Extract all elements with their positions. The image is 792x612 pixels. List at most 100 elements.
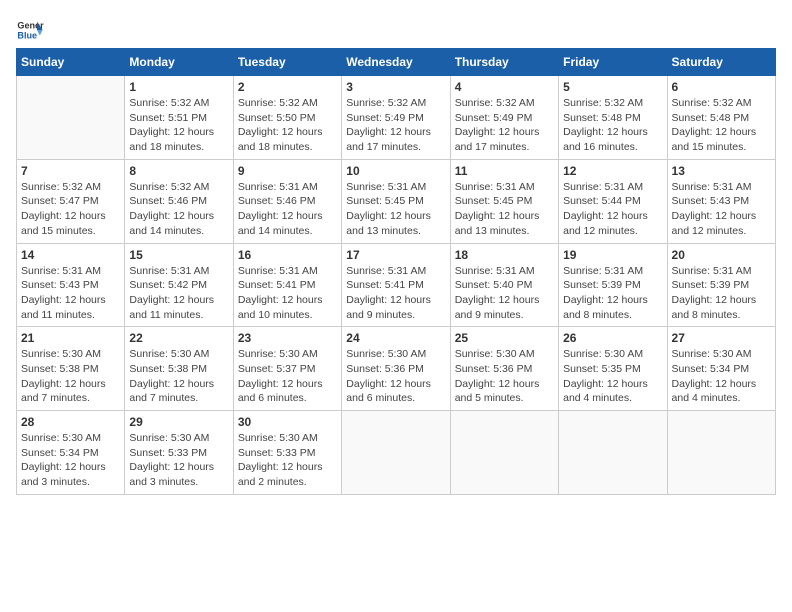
calendar-cell: 8 Sunrise: 5:32 AM Sunset: 5:46 PM Daylig… <box>125 159 233 243</box>
day-number: 29 <box>129 415 228 429</box>
calendar-cell: 28Sunrise: 5:30 AM Sunset: 5:34 PM Dayli… <box>17 411 125 495</box>
calendar-cell: 1 Sunrise: 5:32 AM Sunset: 5:51 PM Daylig… <box>125 76 233 160</box>
day-number: 11 <box>455 164 554 178</box>
day-info: Sunrise: 5:30 AM Sunset: 5:38 PM Dayligh… <box>21 347 120 406</box>
calendar-week-row: 14 Sunrise: 5:31 AM Sunset: 5:43 PM Dayli… <box>17 243 776 327</box>
calendar-cell: 5 Sunrise: 5:32 AM Sunset: 5:48 PM Daylig… <box>559 76 667 160</box>
weekday-header-saturday: Saturday <box>667 49 775 76</box>
calendar-week-row: 1 Sunrise: 5:32 AM Sunset: 5:51 PM Daylig… <box>17 76 776 160</box>
day-info: Sunrise: 5:31 AM Sunset: 5:40 PM Dayligh… <box>455 264 554 323</box>
calendar-cell: 26 Sunrise: 5:30 AM Sunset: 5:35 PM Dayli… <box>559 327 667 411</box>
day-info: Sunrise: 5:31 AM Sunset: 5:41 PM Dayligh… <box>238 264 337 323</box>
logo-icon: General Blue <box>16 16 44 44</box>
day-info: Sunrise: 5:31 AM Sunset: 5:39 PM Dayligh… <box>563 264 662 323</box>
calendar-cell: 14 Sunrise: 5:31 AM Sunset: 5:43 PM Dayli… <box>17 243 125 327</box>
day-number: 1 <box>129 80 228 94</box>
calendar-cell: 25 Sunrise: 5:30 AM Sunset: 5:36 PM Dayli… <box>450 327 558 411</box>
day-info: Sunrise: 5:31 AM Sunset: 5:46 PM Dayligh… <box>238 180 337 239</box>
day-number: 8 <box>129 164 228 178</box>
day-info: Sunrise: 5:30 AM Sunset: 5:36 PM Dayligh… <box>455 347 554 406</box>
day-number: 15 <box>129 248 228 262</box>
calendar-cell <box>450 411 558 495</box>
day-number: 30 <box>238 415 337 429</box>
day-number: 22 <box>129 331 228 345</box>
weekday-header-sunday: Sunday <box>17 49 125 76</box>
calendar-cell: 7 Sunrise: 5:32 AM Sunset: 5:47 PM Daylig… <box>17 159 125 243</box>
day-info: Sunrise: 5:32 AM Sunset: 5:48 PM Dayligh… <box>672 96 771 155</box>
calendar-cell: 15 Sunrise: 5:31 AM Sunset: 5:42 PM Dayli… <box>125 243 233 327</box>
day-number: 27 <box>672 331 771 345</box>
day-info: Sunrise: 5:30 AM Sunset: 5:34 PM Dayligh… <box>672 347 771 406</box>
day-info: Sunrise: 5:32 AM Sunset: 5:46 PM Dayligh… <box>129 180 228 239</box>
calendar-cell: 9Sunrise: 5:31 AM Sunset: 5:46 PM Daylig… <box>233 159 341 243</box>
day-info: Sunrise: 5:30 AM Sunset: 5:38 PM Dayligh… <box>129 347 228 406</box>
calendar-cell: 2Sunrise: 5:32 AM Sunset: 5:50 PM Daylig… <box>233 76 341 160</box>
weekday-header-thursday: Thursday <box>450 49 558 76</box>
calendar-cell: 18 Sunrise: 5:31 AM Sunset: 5:40 PM Dayli… <box>450 243 558 327</box>
calendar-cell: 3Sunrise: 5:32 AM Sunset: 5:49 PM Daylig… <box>342 76 450 160</box>
day-number: 14 <box>21 248 120 262</box>
calendar-cell: 22 Sunrise: 5:30 AM Sunset: 5:38 PM Dayli… <box>125 327 233 411</box>
weekday-header-tuesday: Tuesday <box>233 49 341 76</box>
logo: General Blue <box>16 16 48 44</box>
weekday-header-friday: Friday <box>559 49 667 76</box>
svg-text:Blue: Blue <box>17 30 37 40</box>
day-number: 16 <box>238 248 337 262</box>
day-number: 25 <box>455 331 554 345</box>
calendar-week-row: 28Sunrise: 5:30 AM Sunset: 5:34 PM Dayli… <box>17 411 776 495</box>
day-number: 3 <box>346 80 445 94</box>
calendar-cell: 17 Sunrise: 5:31 AM Sunset: 5:41 PM Dayli… <box>342 243 450 327</box>
calendar-cell: 21 Sunrise: 5:30 AM Sunset: 5:38 PM Dayli… <box>17 327 125 411</box>
day-number: 21 <box>21 331 120 345</box>
day-number: 26 <box>563 331 662 345</box>
day-info: Sunrise: 5:30 AM Sunset: 5:35 PM Dayligh… <box>563 347 662 406</box>
day-info: Sunrise: 5:31 AM Sunset: 5:42 PM Dayligh… <box>129 264 228 323</box>
calendar-cell: 24 Sunrise: 5:30 AM Sunset: 5:36 PM Dayli… <box>342 327 450 411</box>
day-info: Sunrise: 5:31 AM Sunset: 5:44 PM Dayligh… <box>563 180 662 239</box>
day-info: Sunrise: 5:30 AM Sunset: 5:33 PM Dayligh… <box>238 431 337 490</box>
day-info: Sunrise: 5:31 AM Sunset: 5:41 PM Dayligh… <box>346 264 445 323</box>
calendar-cell: 12Sunrise: 5:31 AM Sunset: 5:44 PM Dayli… <box>559 159 667 243</box>
day-info: Sunrise: 5:32 AM Sunset: 5:51 PM Dayligh… <box>129 96 228 155</box>
calendar-cell: 30 Sunrise: 5:30 AM Sunset: 5:33 PM Dayli… <box>233 411 341 495</box>
day-number: 5 <box>563 80 662 94</box>
calendar-cell: 27 Sunrise: 5:30 AM Sunset: 5:34 PM Dayli… <box>667 327 775 411</box>
calendar-cell: 13Sunrise: 5:31 AM Sunset: 5:43 PM Dayli… <box>667 159 775 243</box>
day-number: 6 <box>672 80 771 94</box>
day-number: 7 <box>21 164 120 178</box>
calendar-cell <box>17 76 125 160</box>
calendar-cell: 10Sunrise: 5:31 AM Sunset: 5:45 PM Dayli… <box>342 159 450 243</box>
calendar-cell: 11 Sunrise: 5:31 AM Sunset: 5:45 PM Dayli… <box>450 159 558 243</box>
calendar-table: SundayMondayTuesdayWednesdayThursdayFrid… <box>16 48 776 495</box>
calendar-cell <box>667 411 775 495</box>
calendar-cell <box>559 411 667 495</box>
calendar-cell: 20 Sunrise: 5:31 AM Sunset: 5:39 PM Dayli… <box>667 243 775 327</box>
calendar-cell: 23Sunrise: 5:30 AM Sunset: 5:37 PM Dayli… <box>233 327 341 411</box>
calendar-cell: 19 Sunrise: 5:31 AM Sunset: 5:39 PM Dayli… <box>559 243 667 327</box>
day-number: 24 <box>346 331 445 345</box>
day-info: Sunrise: 5:30 AM Sunset: 5:33 PM Dayligh… <box>129 431 228 490</box>
calendar-cell: 29 Sunrise: 5:30 AM Sunset: 5:33 PM Dayli… <box>125 411 233 495</box>
day-info: Sunrise: 5:30 AM Sunset: 5:37 PM Dayligh… <box>238 347 337 406</box>
day-info: Sunrise: 5:31 AM Sunset: 5:43 PM Dayligh… <box>21 264 120 323</box>
calendar-cell: 6 Sunrise: 5:32 AM Sunset: 5:48 PM Daylig… <box>667 76 775 160</box>
day-info: Sunrise: 5:30 AM Sunset: 5:34 PM Dayligh… <box>21 431 120 490</box>
weekday-header-wednesday: Wednesday <box>342 49 450 76</box>
day-number: 2 <box>238 80 337 94</box>
day-number: 4 <box>455 80 554 94</box>
day-info: Sunrise: 5:32 AM Sunset: 5:48 PM Dayligh… <box>563 96 662 155</box>
calendar-header-row: SundayMondayTuesdayWednesdayThursdayFrid… <box>17 49 776 76</box>
day-number: 18 <box>455 248 554 262</box>
day-number: 20 <box>672 248 771 262</box>
day-info: Sunrise: 5:31 AM Sunset: 5:39 PM Dayligh… <box>672 264 771 323</box>
day-info: Sunrise: 5:31 AM Sunset: 5:45 PM Dayligh… <box>455 180 554 239</box>
day-number: 17 <box>346 248 445 262</box>
day-info: Sunrise: 5:30 AM Sunset: 5:36 PM Dayligh… <box>346 347 445 406</box>
calendar-week-row: 7 Sunrise: 5:32 AM Sunset: 5:47 PM Daylig… <box>17 159 776 243</box>
calendar-cell: 4 Sunrise: 5:32 AM Sunset: 5:49 PM Daylig… <box>450 76 558 160</box>
day-number: 10 <box>346 164 445 178</box>
day-number: 19 <box>563 248 662 262</box>
day-info: Sunrise: 5:32 AM Sunset: 5:47 PM Dayligh… <box>21 180 120 239</box>
day-info: Sunrise: 5:32 AM Sunset: 5:49 PM Dayligh… <box>455 96 554 155</box>
calendar-week-row: 21 Sunrise: 5:30 AM Sunset: 5:38 PM Dayli… <box>17 327 776 411</box>
